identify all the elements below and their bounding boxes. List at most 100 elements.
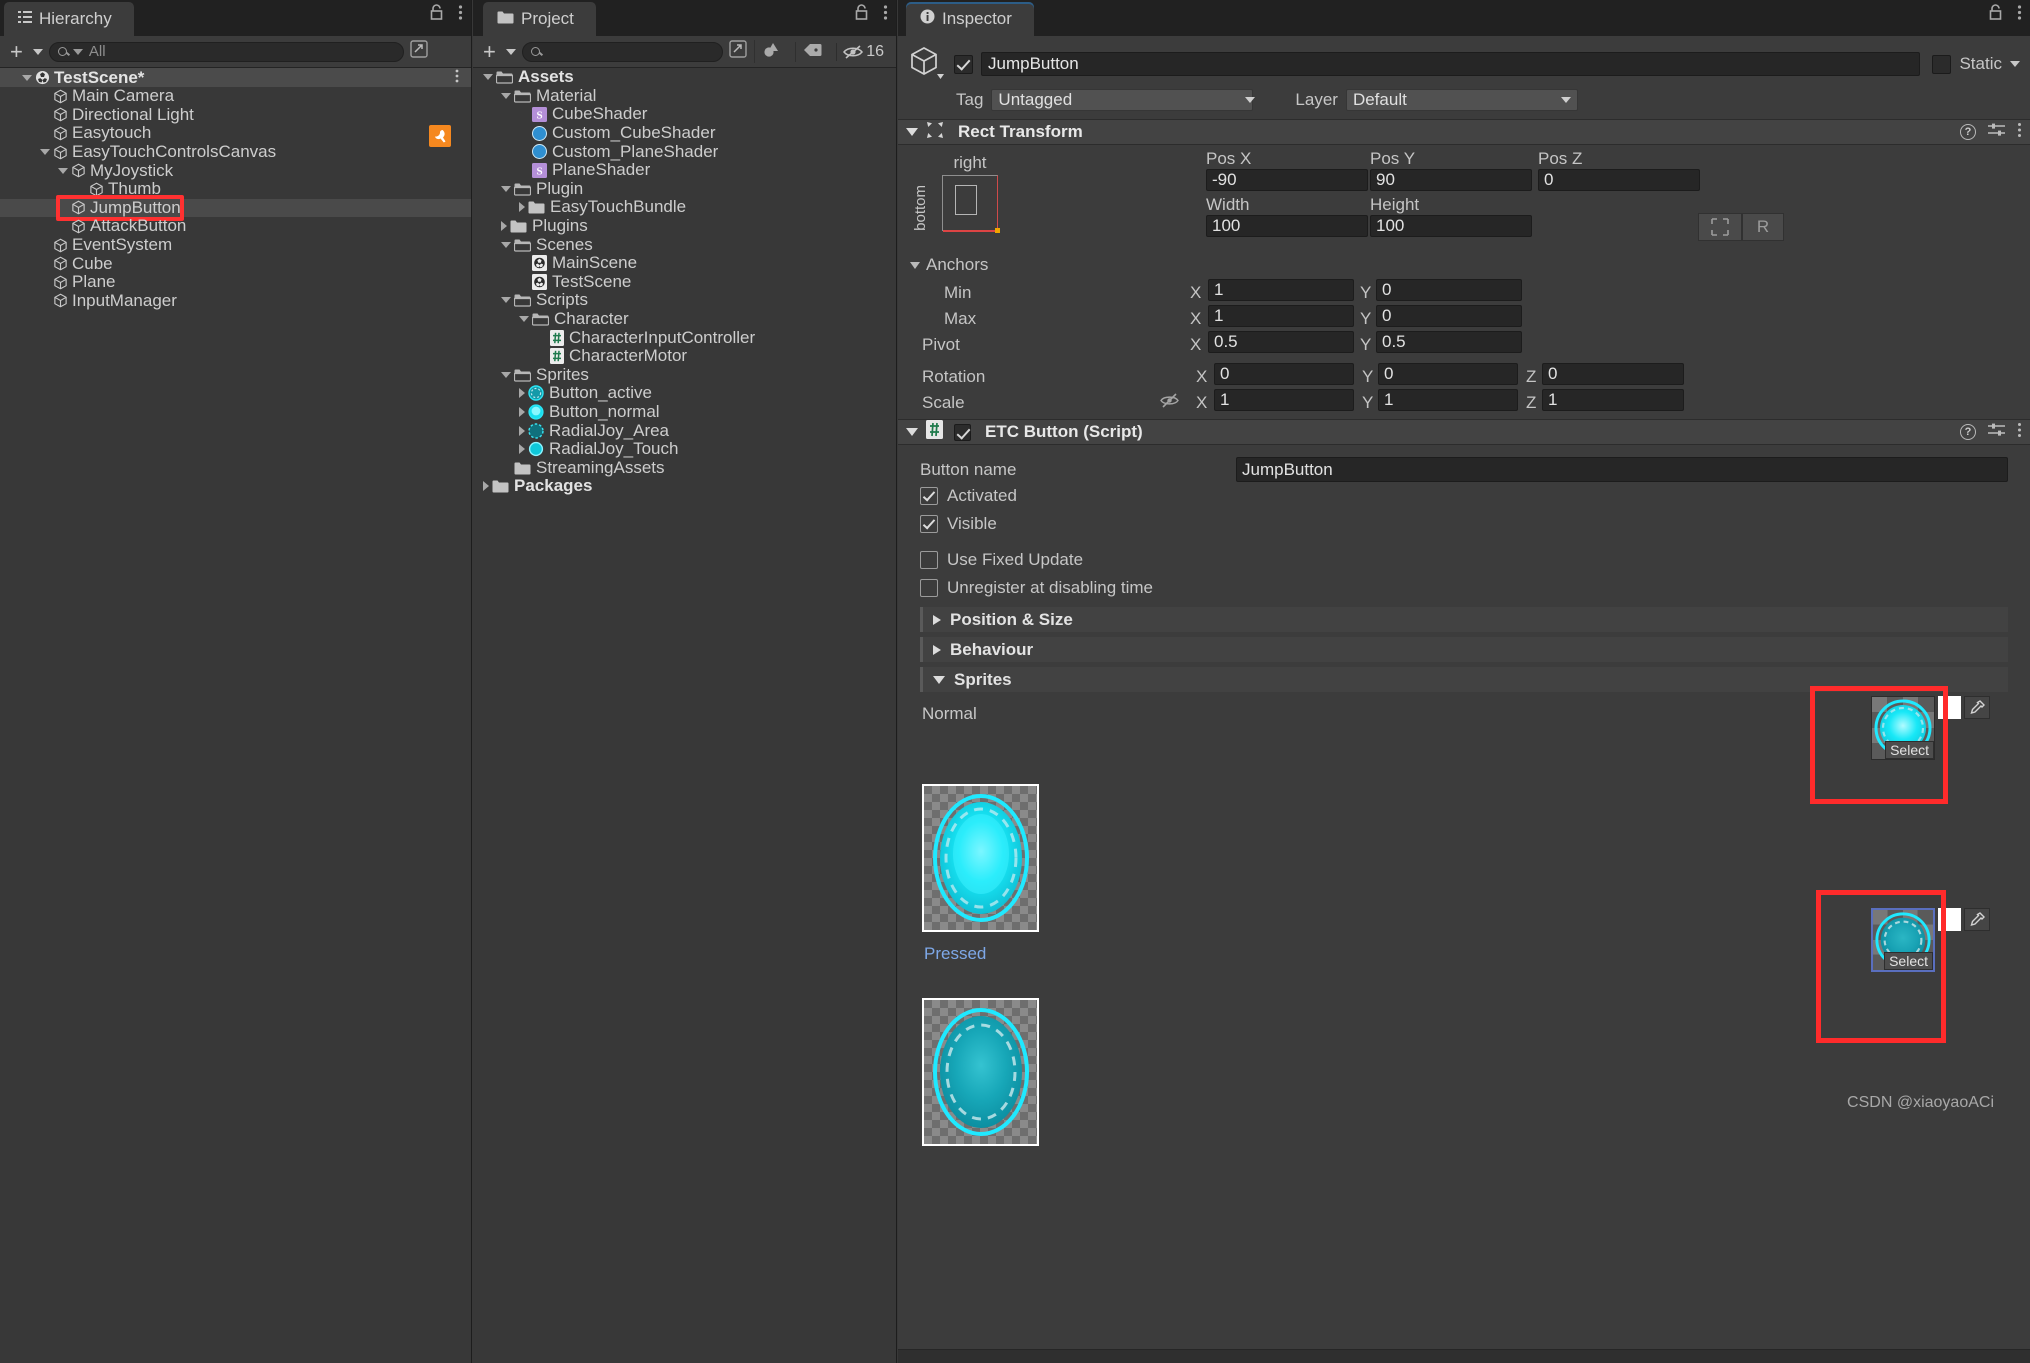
rotation-y-input[interactable]: 0 bbox=[1378, 363, 1518, 385]
tab-hierarchy[interactable]: Hierarchy bbox=[4, 2, 134, 36]
visible-checkbox[interactable] bbox=[920, 515, 938, 533]
filter-by-label-icon[interactable] bbox=[795, 41, 830, 62]
hierarchy-item-inputmanager[interactable]: InputManager bbox=[0, 291, 471, 311]
anchors-foldout-icon[interactable] bbox=[910, 261, 920, 269]
anchor-max-y-input[interactable]: 0 bbox=[1376, 305, 1522, 327]
collapse-arrow-icon[interactable] bbox=[483, 74, 493, 81]
project-item-characterinputcontroller[interactable]: CharacterInputController bbox=[473, 328, 896, 347]
lock-icon[interactable] bbox=[429, 4, 444, 26]
hierarchy-item-cube[interactable]: Cube bbox=[0, 254, 471, 273]
position-size-foldout-icon[interactable] bbox=[933, 614, 941, 625]
collapse-arrow-icon[interactable] bbox=[501, 297, 511, 304]
project-item-scenes[interactable]: Scenes bbox=[473, 235, 896, 254]
expand-arrow-icon[interactable] bbox=[501, 221, 507, 232]
etc-button-foldout-icon[interactable] bbox=[906, 428, 918, 436]
hierarchy-item-testscene[interactable]: TestScene* bbox=[0, 68, 471, 87]
project-tree[interactable]: Assets Material S CubeShader Custom_CubeShad… bbox=[473, 67, 896, 1363]
scene-context-kebab-icon[interactable] bbox=[455, 69, 459, 87]
etc-button-kebab-icon[interactable] bbox=[2017, 422, 2022, 443]
hierarchy-search-input[interactable]: All bbox=[48, 41, 404, 62]
collapse-arrow-icon[interactable] bbox=[519, 316, 529, 323]
position-size-foldout[interactable]: Position & Size bbox=[920, 607, 2008, 632]
activated-checkbox[interactable] bbox=[920, 487, 938, 505]
project-item-mainscene[interactable]: MainScene bbox=[473, 253, 896, 273]
sprites-foldout-icon[interactable] bbox=[933, 675, 945, 684]
collapse-arrow-icon[interactable] bbox=[58, 167, 68, 174]
project-item-testscene[interactable]: TestScene bbox=[473, 272, 896, 292]
expand-arrow-icon[interactable] bbox=[519, 425, 525, 436]
expand-arrow-icon[interactable] bbox=[519, 406, 525, 417]
project-search-expand-icon[interactable] bbox=[729, 39, 748, 64]
project-menu-kebab-icon[interactable] bbox=[883, 4, 888, 26]
help-icon[interactable]: ? bbox=[1960, 124, 1976, 140]
collapse-arrow-icon[interactable] bbox=[501, 371, 511, 378]
create-dropdown-icon[interactable] bbox=[32, 48, 43, 55]
hierarchy-item-myjoystick[interactable]: MyJoystick bbox=[0, 161, 471, 180]
project-item-streamingassets[interactable]: StreamingAssets bbox=[473, 458, 896, 477]
project-item-charactermotor[interactable]: CharacterMotor bbox=[473, 346, 896, 366]
normal-sprite-eyedropper-button[interactable] bbox=[1964, 696, 1990, 719]
button-name-input[interactable]: JumpButton bbox=[1236, 457, 2008, 482]
project-item-radialjoy-area[interactable]: RadialJoy_Area bbox=[473, 421, 896, 440]
search-filter-caret-icon[interactable] bbox=[72, 48, 83, 55]
collapse-arrow-icon[interactable] bbox=[501, 92, 511, 99]
collapse-arrow-icon[interactable] bbox=[501, 241, 511, 248]
tab-project[interactable]: Project bbox=[483, 2, 596, 36]
expand-arrow-icon[interactable] bbox=[519, 202, 525, 213]
normal-sprite-color-swatch[interactable] bbox=[1938, 696, 1961, 719]
etc-preset-icon[interactable] bbox=[1988, 422, 2005, 443]
pivot-x-input[interactable]: 0.5 bbox=[1208, 331, 1354, 353]
inspector-menu-kebab-icon[interactable] bbox=[2017, 4, 2022, 26]
expand-arrow-icon[interactable] bbox=[519, 444, 525, 455]
project-item-cubeshader[interactable]: S CubeShader bbox=[473, 104, 896, 124]
scale-z-input[interactable]: 1 bbox=[1542, 389, 1684, 411]
static-dropdown-icon[interactable] bbox=[2010, 61, 2020, 67]
pressed-sprite-color-swatch[interactable] bbox=[1938, 908, 1961, 931]
filter-by-type-icon[interactable] bbox=[754, 40, 789, 63]
anchor-preset-button[interactable] bbox=[942, 175, 1000, 233]
pivot-y-input[interactable]: 0.5 bbox=[1376, 331, 1522, 353]
project-item-packages[interactable]: Packages bbox=[473, 476, 896, 496]
hierarchy-item-main-camera[interactable]: Main Camera bbox=[0, 86, 471, 106]
expand-arrow-icon[interactable] bbox=[519, 388, 525, 399]
project-item-custom-cubeshader[interactable]: Custom_CubeShader bbox=[473, 123, 896, 143]
rotation-z-input[interactable]: 0 bbox=[1542, 363, 1684, 385]
sprites-foldout[interactable]: Sprites bbox=[920, 667, 2008, 692]
project-item-radialjoy-touch[interactable]: RadialJoy_Touch bbox=[473, 439, 896, 459]
scale-x-input[interactable]: 1 bbox=[1214, 389, 1354, 411]
blueprint-mode-button[interactable] bbox=[1698, 213, 1742, 241]
project-create-dropdown-icon[interactable] bbox=[505, 48, 516, 55]
height-input[interactable]: 100 bbox=[1370, 215, 1532, 237]
inspector-lock-icon[interactable] bbox=[1988, 4, 2003, 26]
pressed-sprite-objectfield[interactable]: Select bbox=[1871, 908, 1990, 972]
etc-button-header[interactable]: ETC Button (Script) ? bbox=[898, 419, 2030, 445]
scale-y-input[interactable]: 1 bbox=[1378, 389, 1518, 411]
rotation-x-input[interactable]: 0 bbox=[1214, 363, 1354, 385]
anchor-min-y-input[interactable]: 0 bbox=[1376, 279, 1522, 301]
hidden-items-count[interactable]: 16 bbox=[836, 42, 890, 61]
rect-transform-foldout-icon[interactable] bbox=[906, 128, 918, 136]
anchor-min-x-input[interactable]: 1 bbox=[1208, 279, 1354, 301]
expand-arrow-icon[interactable] bbox=[483, 481, 489, 492]
etc-help-icon[interactable]: ? bbox=[1960, 424, 1976, 440]
hierarchy-menu-kebab-icon[interactable] bbox=[458, 4, 463, 26]
project-item-scripts[interactable]: Scripts bbox=[473, 290, 896, 310]
project-item-custom-planeshader[interactable]: Custom_PlaneShader bbox=[473, 142, 896, 161]
behaviour-foldout-icon[interactable] bbox=[933, 644, 941, 655]
anchors-foldout[interactable]: Anchors bbox=[910, 255, 988, 275]
gameobject-enabled-checkbox[interactable] bbox=[954, 54, 973, 74]
project-item-button-normal[interactable]: Button_normal bbox=[473, 402, 896, 422]
pressed-sprite-label[interactable]: Pressed bbox=[922, 944, 986, 964]
rect-transform-header[interactable]: Rect Transform ? bbox=[898, 119, 2030, 145]
pos-z-input[interactable]: 0 bbox=[1538, 169, 1700, 191]
collapse-arrow-icon[interactable] bbox=[40, 149, 50, 156]
etc-button-enabled-checkbox[interactable] bbox=[954, 423, 971, 441]
gameobject-name-input[interactable]: JumpButton bbox=[981, 52, 1921, 76]
project-item-sprites[interactable]: Sprites bbox=[473, 365, 896, 385]
collapse-arrow-icon[interactable] bbox=[501, 185, 511, 192]
normal-sprite-thumbnail[interactable]: Select bbox=[1871, 696, 1935, 760]
behaviour-foldout[interactable]: Behaviour bbox=[920, 637, 2008, 662]
project-item-planeshader[interactable]: S PlaneShader bbox=[473, 160, 896, 180]
project-item-button-active[interactable]: Button_active bbox=[473, 383, 896, 403]
create-gameobject-button[interactable]: + bbox=[6, 40, 27, 63]
